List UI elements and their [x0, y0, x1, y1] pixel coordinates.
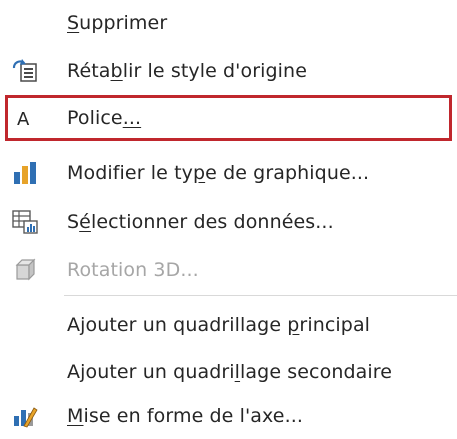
- font-icon: A: [11, 105, 39, 131]
- menu-item-label: Police...: [67, 107, 142, 129]
- context-menu: Supprimer Rétablir le style d'origine A …: [0, 0, 457, 436]
- menu-item-label: Rotation 3D...: [67, 259, 199, 281]
- menu-item-quadrillage-secondaire[interactable]: Ajouter un quadrillage secondaire: [0, 349, 457, 395]
- menu-item-modifier-type-graphique[interactable]: Modifier le type de graphique...: [0, 150, 457, 196]
- menu-item-label: Mise en forme de l'axe...: [67, 405, 304, 427]
- menu-item-mise-en-forme-axe[interactable]: Mise en forme de l'axe...: [0, 393, 457, 439]
- format-axis-icon: [11, 403, 39, 429]
- svg-text:A: A: [17, 109, 30, 129]
- menu-item-supprimer[interactable]: Supprimer: [0, 0, 457, 46]
- menu-item-label: Modifier le type de graphique...: [67, 162, 370, 184]
- menu-item-label: Ajouter un quadrillage principal: [67, 314, 371, 336]
- menu-item-police[interactable]: A Police...: [0, 95, 457, 141]
- menu-item-label: Sélectionner des données...: [67, 211, 334, 233]
- menu-item-retablir-style[interactable]: Rétablir le style d'origine: [0, 48, 457, 94]
- select-data-icon: [11, 209, 39, 235]
- menu-item-rotation-3d: Rotation 3D...: [0, 247, 457, 293]
- menu-item-quadrillage-principal[interactable]: Ajouter un quadrillage principal: [0, 302, 457, 348]
- menu-item-label: Supprimer: [67, 12, 168, 34]
- cube-3d-icon: [11, 257, 39, 283]
- menu-item-label: Ajouter un quadrillage secondaire: [67, 361, 393, 383]
- chart-type-icon: [11, 160, 39, 186]
- menu-separator: [64, 295, 457, 296]
- menu-item-selectionner-donnees[interactable]: Sélectionner des données...: [0, 199, 457, 245]
- reset-style-icon: [11, 58, 39, 84]
- menu-item-label: Rétablir le style d'origine: [67, 60, 307, 82]
